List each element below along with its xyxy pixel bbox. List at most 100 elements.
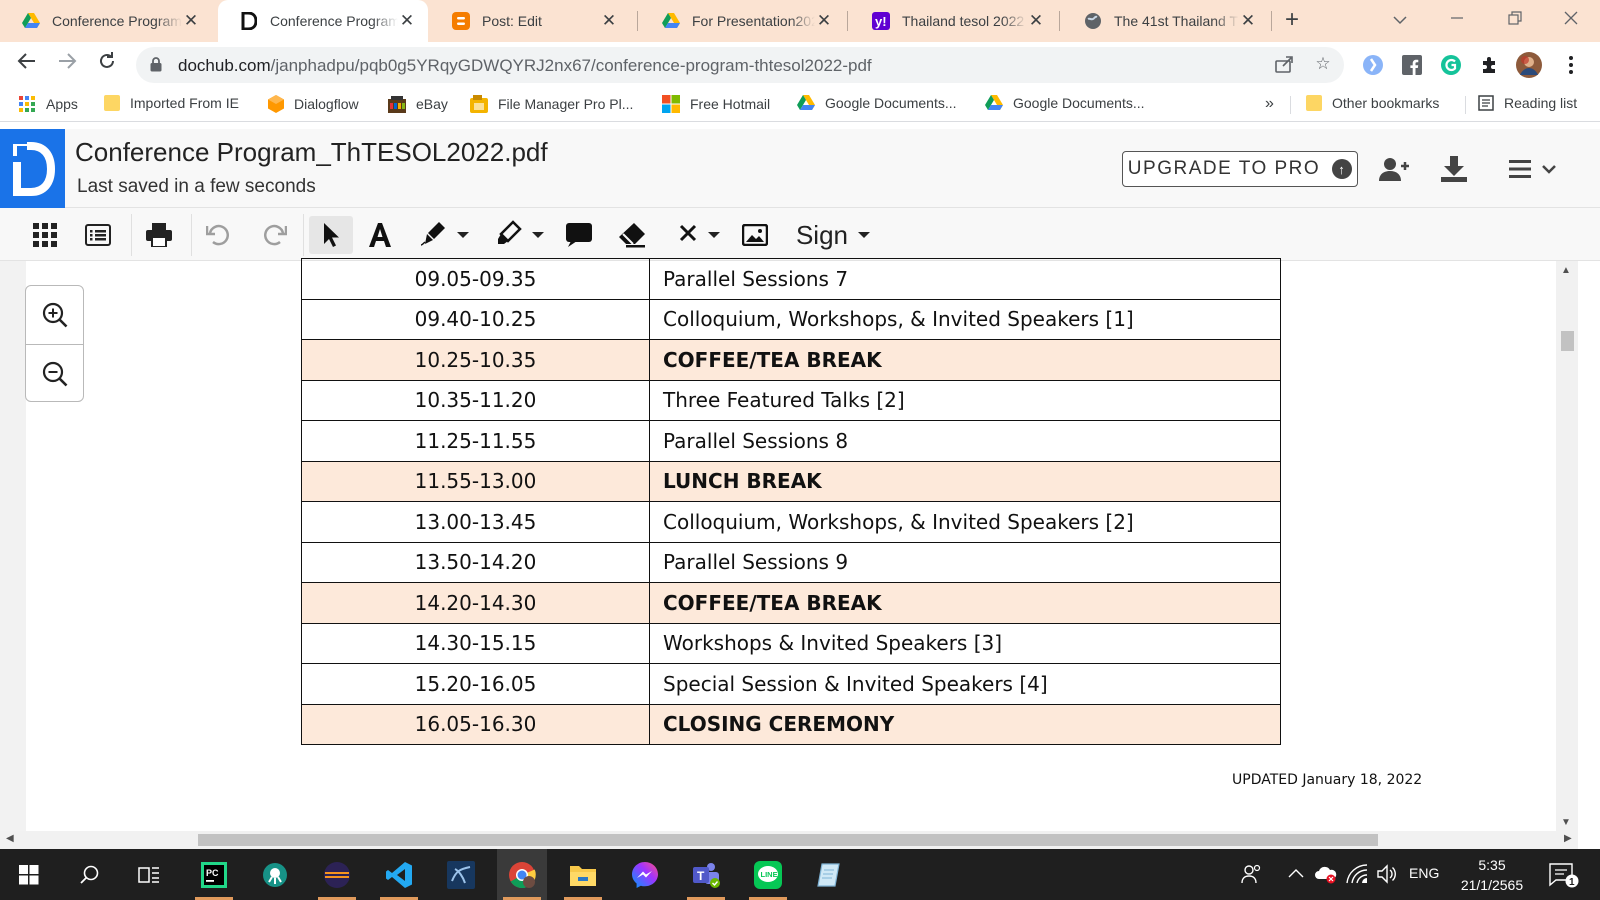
horizontal-scrollbar[interactable]: ◀ ▶ bbox=[0, 831, 1578, 849]
redo-icon[interactable] bbox=[259, 216, 289, 254]
time-cell: 14.20-14.30 bbox=[301, 582, 650, 624]
workbench-icon[interactable] bbox=[436, 849, 486, 900]
eclipse-icon[interactable] bbox=[312, 849, 362, 900]
bookmark-google-documents[interactable]: Google Documents... bbox=[985, 95, 1145, 111]
grammarly-icon[interactable] bbox=[1438, 52, 1464, 78]
comment-icon[interactable] bbox=[563, 216, 595, 254]
close-icon[interactable]: ✕ bbox=[1027, 11, 1045, 31]
page-grid-icon[interactable] bbox=[30, 216, 60, 254]
bookmark-ebay[interactable]: eBay bbox=[388, 95, 448, 113]
gitkraken-icon[interactable] bbox=[250, 849, 300, 900]
minimize-icon[interactable] bbox=[1442, 6, 1472, 36]
people-icon[interactable] bbox=[1240, 863, 1262, 888]
insert-image-icon[interactable] bbox=[740, 216, 770, 254]
bookmark-imported-from-ie[interactable]: Imported From IE bbox=[104, 95, 239, 111]
scroll-up-arrow-icon[interactable]: ▲ bbox=[1561, 265, 1571, 276]
bookmark-google-documents[interactable]: Google Documents... bbox=[797, 95, 957, 111]
browser-menu-icon[interactable] bbox=[1558, 52, 1584, 78]
browser-tab[interactable]: The 41st Thailand TESOL ✕ bbox=[1062, 0, 1269, 42]
close-icon[interactable]: ✕ bbox=[1239, 11, 1257, 31]
bookmark-free-hotmail[interactable]: Free Hotmail bbox=[662, 95, 770, 113]
scroll-down-arrow-icon[interactable]: ▼ bbox=[1561, 817, 1571, 828]
document-title[interactable]: Conference Program_ThTESOL2022.pdf bbox=[75, 137, 548, 168]
share-icon[interactable] bbox=[1273, 54, 1295, 76]
table-row: 14.20-14.30 COFFEE/TEA BREAK bbox=[301, 582, 1281, 624]
system-clock[interactable]: 5:35 21/1/2565 bbox=[1440, 855, 1544, 895]
action-center-icon[interactable]: 1 bbox=[1548, 862, 1580, 891]
more-bookmarks-chevron[interactable]: » bbox=[1265, 95, 1274, 113]
browser-tab[interactable]: Conference Program_ThTESOL2022 ✕ bbox=[0, 0, 212, 42]
puzzle-extensions-icon[interactable] bbox=[1477, 52, 1503, 78]
close-icon[interactable]: ✕ bbox=[182, 11, 200, 31]
scroll-right-arrow-icon[interactable]: ▶ bbox=[1564, 833, 1572, 844]
new-tab-plus-icon[interactable]: + bbox=[1278, 6, 1306, 34]
eraser-icon[interactable] bbox=[616, 216, 648, 254]
address-bar[interactable]: dochub.com/janphadpu/pqb0g5YRqyGDWQYRJ2n… bbox=[136, 47, 1344, 83]
extension-icon[interactable] bbox=[1360, 52, 1386, 78]
restore-icon[interactable] bbox=[1500, 6, 1530, 36]
cross-tool-dropdown[interactable] bbox=[670, 216, 728, 254]
zoom-out-icon[interactable] bbox=[26, 345, 83, 403]
highlighter-tool-dropdown[interactable] bbox=[490, 216, 550, 254]
notepad-icon[interactable] bbox=[804, 849, 854, 900]
facebook-icon[interactable] bbox=[1399, 52, 1425, 78]
close-window-icon[interactable] bbox=[1556, 6, 1586, 36]
search-icon[interactable] bbox=[65, 849, 115, 900]
browser-tab[interactable]: For Presentation2022 ✕ bbox=[640, 0, 845, 42]
vertical-scrollbar[interactable]: ▲ ▼ bbox=[1556, 261, 1578, 831]
teams-icon[interactable]: T bbox=[681, 849, 731, 900]
svg-text:y!: y! bbox=[875, 14, 887, 29]
profile-avatar[interactable] bbox=[1516, 52, 1542, 78]
browser-tab[interactable]: Post: Edit ✕ bbox=[430, 0, 630, 42]
time-cell: 14.30-15.15 bbox=[301, 622, 650, 664]
bookmark-other-bookmarks[interactable]: Other bookmarks bbox=[1306, 95, 1439, 111]
undo-icon[interactable] bbox=[204, 216, 234, 254]
upgrade-to-pro-button[interactable]: UPGRADE TO PRO ↑ bbox=[1122, 151, 1358, 187]
tab-search-chevron-icon[interactable] bbox=[1385, 6, 1415, 36]
bookmark-apps[interactable]: Apps bbox=[18, 95, 78, 113]
close-icon[interactable]: ✕ bbox=[398, 11, 416, 31]
browser-tab[interactable]: y! Thailand tesol 2022 ✕ bbox=[850, 0, 1057, 42]
horizontal-scroll-thumb[interactable] bbox=[198, 834, 1378, 846]
bookmark-star-icon[interactable]: ☆ bbox=[1312, 54, 1334, 76]
program-table: 09.05-09.35 Parallel Sessions 7 09.40-10.2… bbox=[301, 258, 1281, 745]
messenger-icon[interactable] bbox=[620, 849, 670, 900]
wifi-icon[interactable] bbox=[1346, 864, 1368, 887]
vscode-icon[interactable] bbox=[374, 849, 424, 900]
pycharm-icon[interactable]: PC bbox=[189, 849, 239, 900]
add-user-icon[interactable] bbox=[1378, 153, 1410, 185]
bookmark-reading-list[interactable]: Reading list bbox=[1478, 95, 1577, 111]
reload-icon[interactable] bbox=[92, 50, 122, 80]
volume-icon[interactable] bbox=[1376, 864, 1398, 887]
line-app-icon[interactable]: LINE bbox=[743, 849, 793, 900]
scroll-left-arrow-icon[interactable]: ◀ bbox=[6, 833, 14, 844]
bookmark-label: Imported From IE bbox=[130, 95, 239, 111]
back-arrow-icon[interactable] bbox=[12, 50, 42, 80]
hamburger-menu-icon[interactable] bbox=[1506, 153, 1562, 185]
vertical-scroll-thumb[interactable] bbox=[1561, 331, 1574, 351]
sign-dropdown[interactable]: Sign bbox=[790, 216, 876, 254]
windows-start-icon[interactable] bbox=[4, 849, 54, 900]
task-view-icon[interactable] bbox=[124, 849, 174, 900]
download-icon[interactable] bbox=[1438, 153, 1470, 185]
outline-list-icon[interactable] bbox=[83, 216, 113, 254]
select-pointer-icon[interactable] bbox=[309, 216, 353, 254]
text-tool-icon[interactable] bbox=[365, 216, 395, 254]
bookmark-file-manager[interactable]: File Manager Pro Pl... bbox=[470, 95, 633, 113]
onedrive-error-icon[interactable] bbox=[1314, 864, 1338, 887]
dochub-logo[interactable] bbox=[0, 129, 65, 208]
print-icon[interactable] bbox=[144, 216, 174, 254]
show-hidden-icons-chevron[interactable] bbox=[1288, 866, 1304, 882]
close-icon[interactable]: ✕ bbox=[600, 11, 618, 31]
forward-arrow-icon[interactable] bbox=[52, 50, 82, 80]
bookmark-dialogflow[interactable]: Dialogflow bbox=[268, 95, 359, 113]
chrome-icon[interactable] bbox=[497, 849, 547, 900]
table-row: 14.30-15.15 Workshops & Invited Speakers … bbox=[301, 622, 1281, 664]
draw-tool-dropdown[interactable] bbox=[415, 216, 475, 254]
browser-tab-active[interactable]: Conference Program_ThTESOL2022 ✕ bbox=[218, 0, 428, 42]
file-explorer-icon[interactable] bbox=[558, 849, 608, 900]
zoom-in-icon[interactable] bbox=[26, 286, 83, 344]
lock-icon[interactable] bbox=[150, 57, 162, 77]
close-icon[interactable]: ✕ bbox=[815, 11, 833, 31]
input-language[interactable]: ENG bbox=[1409, 865, 1439, 881]
